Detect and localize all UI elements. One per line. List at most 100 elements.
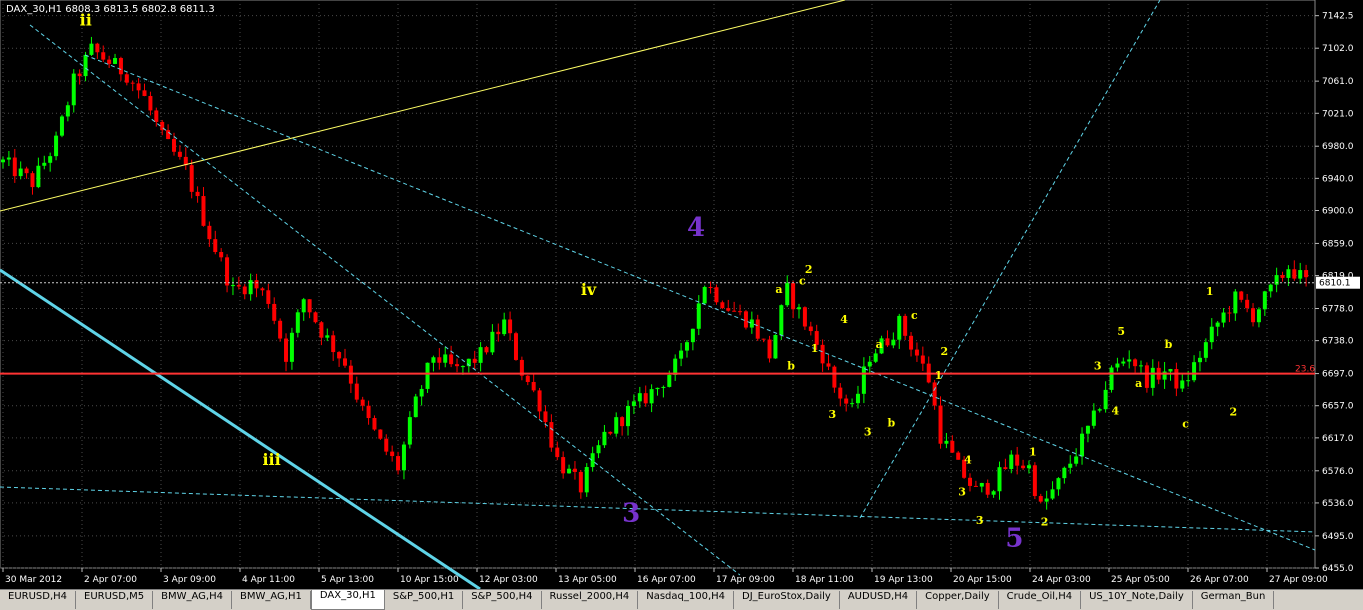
x-tick-label: 16 Apr 07:00 [637,575,696,585]
y-tick-label: 6455.0 [1322,564,1354,574]
candle-body [337,352,342,359]
chart-tab[interactable]: Russel_2000,H4 [542,591,639,609]
candle-body [649,389,654,404]
chart-tab[interactable]: AUDUSD,H4 [840,591,918,609]
wave-label: 4 [964,454,972,467]
x-tick-label: 17 Apr 09:00 [716,575,775,585]
candle-body [956,452,961,460]
candle-body [950,440,955,453]
candle-body [230,285,235,287]
candle-body [236,285,241,287]
candle-body [272,303,277,321]
candle-body [289,332,294,362]
candle-body [113,58,118,64]
chart-tab[interactable]: EURUSD,M5 [76,591,154,609]
chart-tab[interactable]: US_10Y_Note,Daily [1081,591,1193,609]
candle-body [891,339,896,346]
wave-label: b [787,360,795,373]
candle-body [667,374,672,387]
candle-body [407,417,412,445]
chart-tab[interactable]: Nasdaq_100,H4 [638,591,735,609]
candle-body [396,456,401,471]
chart-tab[interactable]: German_Bun [1193,591,1275,609]
candle-body [543,411,548,423]
y-tick-label: 6778.0 [1322,305,1354,315]
candle-body [637,393,642,402]
candle-body [502,319,507,335]
chart-tab[interactable]: BMW_AG,H1 [232,591,311,609]
candle-body [354,383,359,400]
candle-body [973,485,978,487]
wave-label: 3 [622,498,640,528]
wave-label: b [1165,338,1173,351]
candle-body [726,308,731,311]
y-tick-label: 6859.0 [1322,239,1354,249]
chart-tab[interactable]: BMW_AG,H4 [153,591,232,609]
candle-body [24,168,29,174]
candle-body [260,288,265,291]
candle-body [791,283,796,310]
chart-tab[interactable]: S&P_500,H4 [463,591,542,609]
chart-tab[interactable]: DJ_EuroStox,Daily [734,591,840,609]
candle-body [148,96,153,111]
candle-body [997,467,1002,492]
x-tick-label: 10 Apr 15:00 [400,575,459,585]
candle-body [537,390,542,412]
candle-body [1256,309,1261,323]
candle-body [773,334,778,359]
candle-body [1038,496,1043,502]
candle-body [855,393,860,404]
wave-label: 2 [1229,405,1237,418]
candle-body [673,358,678,375]
candle-body [1109,367,1114,390]
candle-body [366,405,371,419]
candle-body [932,382,937,406]
candle-body [1015,454,1020,466]
candle-body [767,339,772,359]
plot-frame [0,0,1316,569]
candle-body [71,73,76,106]
candle-body [708,286,713,288]
candle-body [797,307,802,310]
chart-tab[interactable]: Copper,Daily [917,591,999,609]
wave-label: 5 [1117,325,1125,338]
candle-body [360,399,365,406]
candle-body [802,307,807,327]
candlestick-chart[interactable]: 7142.5 7102.0 7061.0 7021.0 6980.0 6940.0 6900… [0,0,1363,589]
candle-body [1292,269,1297,279]
chart-tab[interactable]: EURUSD,H4 [0,591,77,609]
wave-label: 4 [687,213,705,243]
chart-tab[interactable]: DAX_30,H1 [310,590,385,610]
x-tick-label: 4 Apr 11:00 [242,575,295,585]
candle-body [177,151,182,157]
chart-tab[interactable]: S&P_500,H1 [385,591,464,609]
candle-body [873,353,878,362]
wave-label: a [876,338,883,351]
candle-body [101,52,106,60]
wave-label: c [1182,417,1189,430]
candle-body [1085,425,1090,434]
candle-body [1221,312,1226,323]
candle-body [684,342,689,351]
wave-label: a [775,283,782,296]
wave-label: 2 [805,263,813,276]
candle-body [578,471,583,493]
candle-body [431,357,436,363]
candle-body [213,239,218,253]
candle-body [944,440,949,444]
candle-body [437,357,442,363]
candle-body [1,159,5,163]
candle-body [561,457,566,474]
y-tick-label: 6617.0 [1322,434,1354,444]
candle-body [820,344,825,364]
wave-label: 5 [1005,523,1023,553]
candle-body [30,173,35,188]
candle-body [1150,367,1155,388]
fib-level-label: 23.6 [1295,365,1315,375]
candle-body [83,54,88,77]
chart-tab[interactable]: Crude_Oil,H4 [999,591,1082,609]
candle-body [655,387,660,390]
candle-body [6,157,11,160]
x-tick-label: 30 Mar 2012 [5,575,62,585]
candle-body [266,290,271,304]
